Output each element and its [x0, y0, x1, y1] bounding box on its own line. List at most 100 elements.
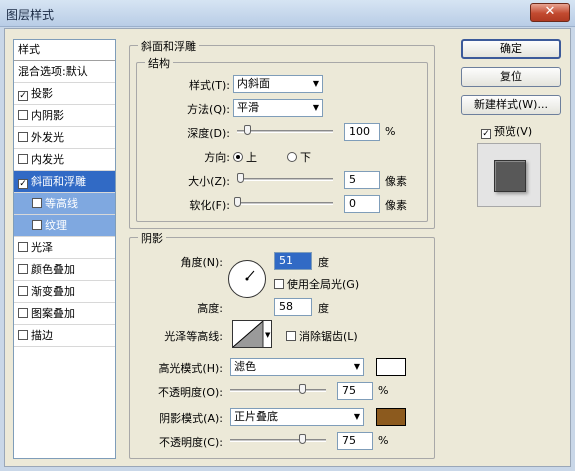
- style-checkbox[interactable]: [18, 330, 28, 340]
- size-slider-track[interactable]: [237, 178, 333, 181]
- bevel-style-select[interactable]: 内斜面 ▼: [233, 75, 323, 93]
- shadow-mode-select[interactable]: 正片叠底 ▼: [230, 408, 364, 426]
- shadow-opacity-thumb[interactable]: [299, 434, 306, 444]
- soften-field[interactable]: 0: [344, 195, 380, 213]
- style-item-label: 内阴影: [31, 109, 64, 122]
- global-light-checkbox[interactable]: [274, 279, 284, 289]
- style-checkbox[interactable]: ✓: [18, 91, 28, 101]
- style-checkbox[interactable]: [18, 242, 28, 252]
- radio-checked[interactable]: [233, 152, 243, 162]
- style-checkbox[interactable]: [32, 198, 42, 208]
- shadow-opacity-track[interactable]: [230, 439, 326, 442]
- size-field[interactable]: 5: [344, 171, 380, 189]
- soften-slider-thumb[interactable]: [234, 197, 241, 207]
- shadow-opacity-field[interactable]: 75: [337, 432, 373, 450]
- global-light-option[interactable]: 使用全局光(G): [274, 276, 359, 292]
- angle-unit: 度: [318, 256, 329, 269]
- shading-group: 阴影 角度(N): 51 度 使用全局光(G) 高度: 58 度 光泽等高线: …: [129, 230, 435, 459]
- style-checkbox[interactable]: [18, 264, 28, 274]
- style-item-label: 斜面和浮雕: [31, 175, 86, 188]
- soften-label: 软化(F):: [189, 199, 230, 212]
- style-checkbox[interactable]: [18, 286, 28, 296]
- size-slider-thumb[interactable]: [236, 173, 244, 183]
- chevron-down-icon: ▼: [312, 103, 319, 112]
- direction-up-label: 上: [246, 151, 257, 164]
- style-item-label: 渐变叠加: [31, 285, 75, 298]
- chevron-down-icon: ▼: [353, 412, 360, 421]
- contour-curve-icon: ▼: [232, 320, 271, 348]
- antialias-option[interactable]: 消除锯齿(L): [286, 328, 358, 344]
- depth-unit: %: [385, 125, 396, 138]
- altitude-unit: 度: [318, 302, 329, 315]
- preview-label: 预览(V): [494, 125, 533, 138]
- highlight-opacity-track[interactable]: [230, 389, 326, 392]
- style-checkbox[interactable]: ✓: [18, 179, 28, 189]
- preview-option[interactable]: ✓ 预览(V): [481, 123, 532, 139]
- altitude-field[interactable]: 58: [274, 298, 312, 316]
- radio-unchecked[interactable]: [287, 152, 297, 162]
- angle-field[interactable]: 51: [274, 252, 312, 270]
- style-list: 样式 混合选项:默认 ✓ 投影 内阴影 外发光 内发光 ✓ 斜面和浮雕 等高线 纹理 光泽 颜色叠加…: [13, 39, 116, 459]
- style-item-label: 颜色叠加: [31, 263, 75, 276]
- bevel-style-value: 内斜面: [237, 77, 270, 90]
- style-item[interactable]: 纹理: [14, 215, 115, 237]
- depth-slider-thumb[interactable]: [243, 125, 251, 135]
- direction-up-option[interactable]: 上: [233, 149, 257, 165]
- style-list-header[interactable]: 样式: [14, 40, 115, 61]
- style-item[interactable]: 内阴影: [14, 105, 115, 127]
- style-checkbox[interactable]: [18, 154, 28, 164]
- highlight-opacity-thumb[interactable]: [299, 384, 306, 394]
- soften-slider-track[interactable]: [237, 202, 333, 205]
- angle-dial-needle: [245, 270, 255, 281]
- highlight-mode-value: 滤色: [234, 360, 256, 373]
- dialog-body: 样式 混合选项:默认 ✓ 投影 内阴影 外发光 内发光 ✓ 斜面和浮雕 等高线 纹理 光泽 颜色叠加…: [4, 28, 571, 467]
- depth-label: 深度(D):: [187, 127, 230, 140]
- style-checkbox[interactable]: [18, 132, 28, 142]
- blending-options-item[interactable]: 混合选项:默认: [14, 61, 115, 83]
- highlight-color-swatch[interactable]: [376, 358, 406, 376]
- antialias-checkbox[interactable]: [286, 331, 296, 341]
- svg-text:▼: ▼: [265, 331, 271, 339]
- new-style-button[interactable]: 新建样式(W)...: [461, 95, 561, 115]
- style-item[interactable]: 外发光: [14, 127, 115, 149]
- style-item[interactable]: 描边: [14, 325, 115, 347]
- technique-select[interactable]: 平滑 ▼: [233, 99, 323, 117]
- reset-button[interactable]: 复位: [461, 67, 561, 87]
- gloss-contour-picker[interactable]: ▼: [232, 320, 272, 348]
- style-item[interactable]: 光泽: [14, 237, 115, 259]
- antialias-label: 消除锯齿(L): [299, 330, 358, 343]
- angle-dial[interactable]: [228, 260, 266, 298]
- style-item-label: 光泽: [31, 241, 53, 254]
- preview-thumbnail: [477, 143, 541, 207]
- ok-button[interactable]: 确定: [461, 39, 561, 59]
- altitude-label: 高度:: [197, 302, 223, 315]
- shadow-color-swatch[interactable]: [376, 408, 406, 426]
- style-item-label: 图案叠加: [31, 307, 75, 320]
- style-checkbox[interactable]: [18, 308, 28, 318]
- style-checkbox[interactable]: [18, 110, 28, 120]
- shadow-opacity-label: 不透明度(C):: [159, 436, 223, 449]
- preview-checkbox[interactable]: ✓: [481, 129, 491, 139]
- style-label: 样式(T):: [188, 79, 230, 92]
- style-item[interactable]: ✓ 斜面和浮雕: [14, 171, 115, 193]
- size-label: 大小(Z):: [188, 175, 230, 188]
- depth-field[interactable]: 100: [344, 123, 380, 141]
- style-item[interactable]: 图案叠加: [14, 303, 115, 325]
- highlight-mode-select[interactable]: 滤色 ▼: [230, 358, 364, 376]
- style-checkbox[interactable]: [32, 220, 42, 230]
- style-item-label: 等高线: [45, 197, 78, 210]
- style-item[interactable]: 等高线: [14, 193, 115, 215]
- style-item-label: 投影: [31, 87, 53, 100]
- global-light-label: 使用全局光(G): [287, 278, 360, 291]
- style-item[interactable]: 内发光: [14, 149, 115, 171]
- highlight-opacity-field[interactable]: 75: [337, 382, 373, 400]
- style-item-label: 内发光: [31, 153, 64, 166]
- style-item-label: 描边: [31, 329, 53, 342]
- style-item[interactable]: ✓ 投影: [14, 83, 115, 105]
- chevron-down-icon: ▼: [353, 362, 360, 371]
- direction-down-option[interactable]: 下: [287, 149, 311, 165]
- style-item[interactable]: 渐变叠加: [14, 281, 115, 303]
- style-item[interactable]: 颜色叠加: [14, 259, 115, 281]
- depth-slider-track[interactable]: [237, 130, 333, 133]
- close-button[interactable]: ✕: [530, 3, 570, 22]
